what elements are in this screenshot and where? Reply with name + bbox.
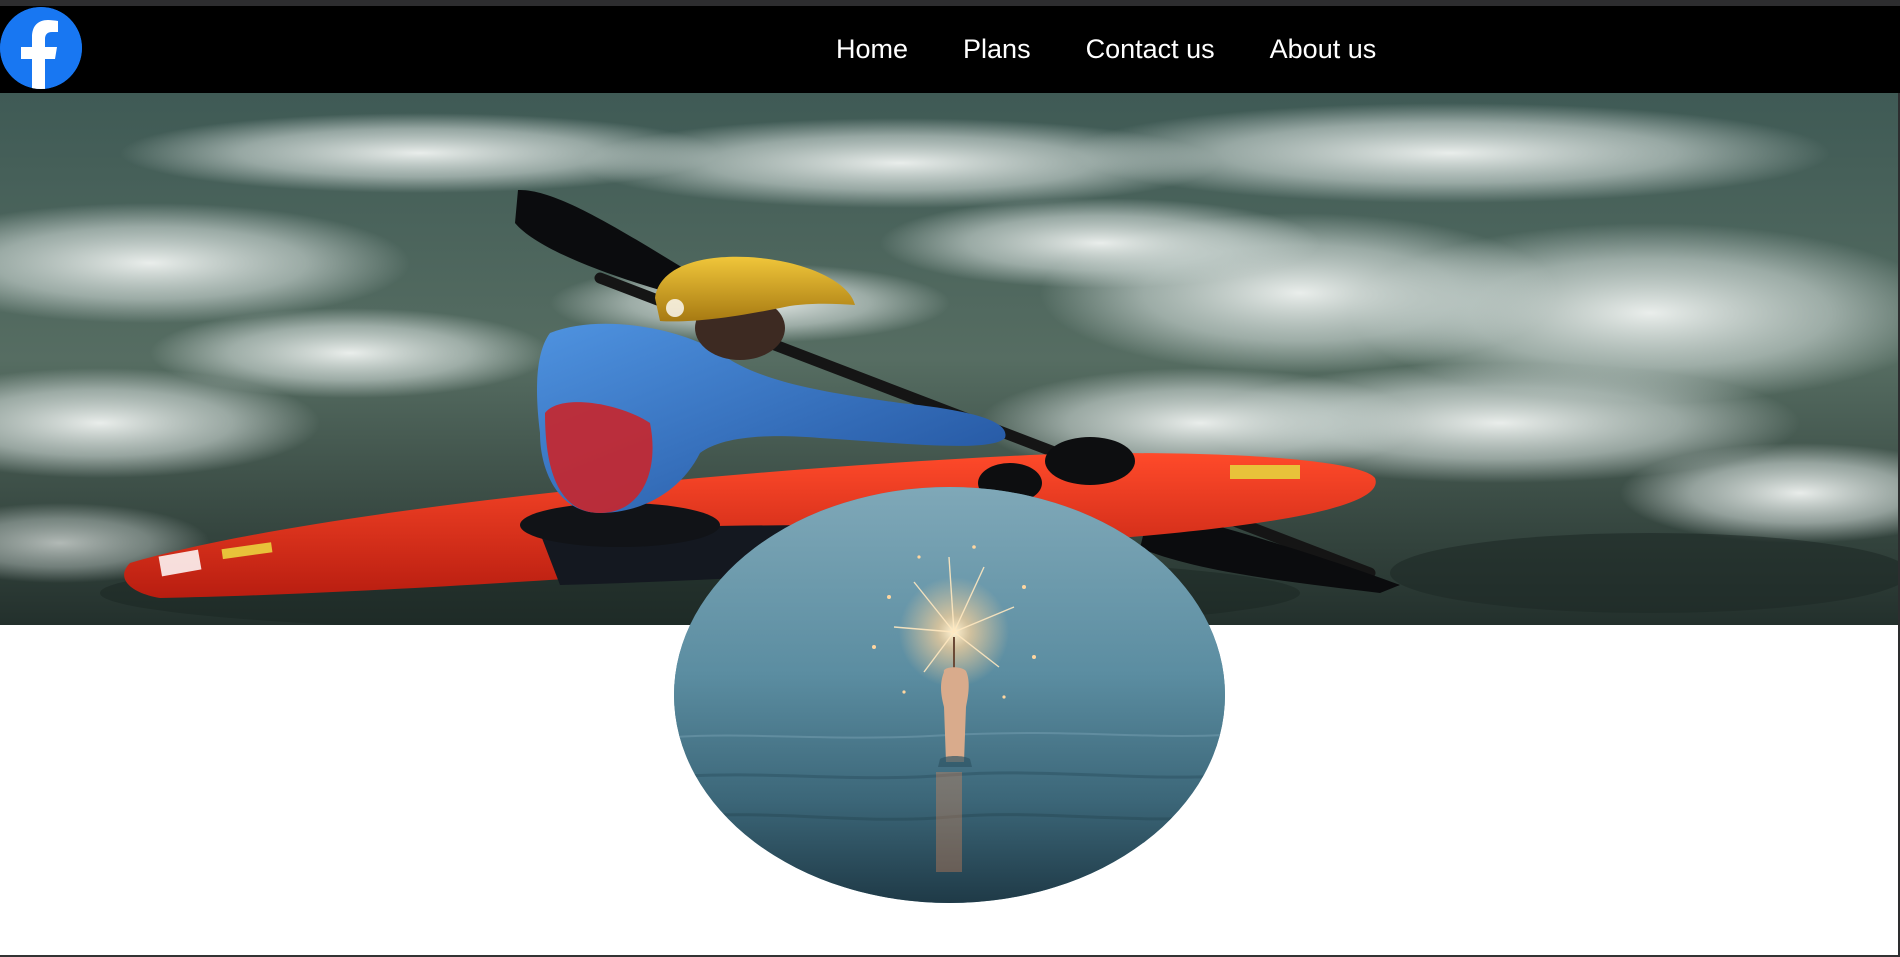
nav-about-us[interactable]: About us bbox=[1270, 34, 1377, 65]
main-nav: Home Plans Contact us About us bbox=[836, 6, 1376, 93]
navbar: Home Plans Contact us About us bbox=[0, 6, 1900, 93]
nav-contact-us[interactable]: Contact us bbox=[1086, 34, 1215, 65]
nav-plans[interactable]: Plans bbox=[963, 34, 1031, 65]
sparkler-photo bbox=[674, 487, 1225, 903]
facebook-logo-link[interactable] bbox=[0, 7, 82, 89]
nav-home[interactable]: Home bbox=[836, 34, 908, 65]
sparkler-feature-image bbox=[674, 487, 1225, 903]
facebook-icon bbox=[0, 7, 82, 89]
